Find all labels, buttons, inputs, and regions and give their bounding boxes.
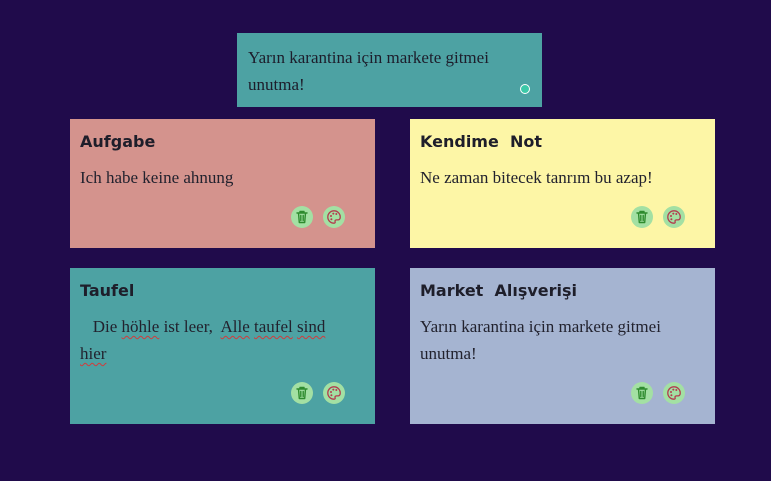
palette-icon	[667, 210, 681, 224]
note-card-taufel[interactable]: Taufel Die höhle ist leer, Alle taufel s…	[70, 268, 375, 424]
palette-icon	[667, 386, 681, 400]
misspelled-word: Alle	[220, 317, 250, 336]
palette-icon	[327, 210, 341, 224]
delete-note-button[interactable]	[291, 206, 313, 228]
text-run: ist leer,	[159, 317, 221, 336]
text-run: Die	[80, 317, 122, 336]
delete-note-button[interactable]	[631, 206, 653, 228]
misspelled-word: höhle	[121, 317, 160, 336]
note-composer[interactable]: Yarın karantina için markete gitmei unut…	[237, 33, 542, 107]
palette-icon	[327, 386, 341, 400]
trash-icon	[636, 386, 648, 400]
add-note-button[interactable]	[520, 84, 530, 94]
trash-icon	[296, 386, 308, 400]
note-title: Aufgabe	[80, 132, 156, 151]
trash-icon	[296, 210, 308, 224]
misspelled-word: taufel	[254, 317, 293, 336]
trash-icon	[636, 210, 648, 224]
note-title: Market Alışverişi	[420, 281, 577, 300]
note-body: Ich habe keine ahnung	[80, 168, 234, 187]
note-card-kendime-not[interactable]: Kendime Not Ne zaman bitecek tanrım bu a…	[410, 119, 715, 248]
note-body: Ne zaman bitecek tanrım bu azap!	[420, 168, 653, 187]
change-color-button[interactable]	[323, 206, 345, 228]
note-body: Yarın karantina için markete gitmei unut…	[420, 317, 666, 363]
delete-note-button[interactable]	[631, 382, 653, 404]
composer-input[interactable]: Yarın karantina için markete gitmei unut…	[248, 44, 528, 98]
note-title: Kendime Not	[420, 132, 542, 151]
note-body: Die höhle ist leer, Alle taufel sind hie…	[80, 313, 365, 367]
note-title: Taufel	[80, 281, 135, 300]
misspelled-word: sind	[296, 317, 326, 336]
change-color-button[interactable]	[663, 206, 685, 228]
change-color-button[interactable]	[323, 382, 345, 404]
change-color-button[interactable]	[663, 382, 685, 404]
note-card-aufgabe[interactable]: Aufgabe Ich habe keine ahnung	[70, 119, 375, 248]
delete-note-button[interactable]	[291, 382, 313, 404]
misspelled-word: hier	[80, 344, 107, 363]
note-card-market-alisverisi[interactable]: Market Alışverişi Yarın karantina için m…	[410, 268, 715, 424]
